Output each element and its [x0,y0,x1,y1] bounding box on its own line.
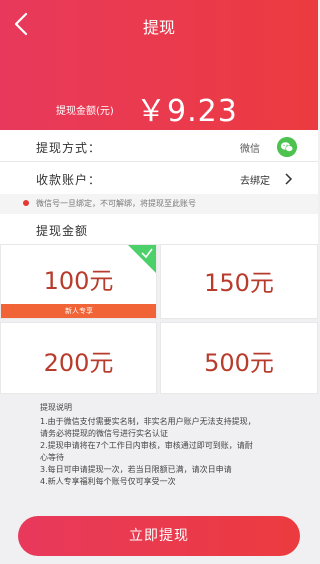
amount-options-grid: 100元 新人专享 150元 200元 500元 [0,244,318,394]
instruction-line: 心等待 [40,453,64,462]
withdraw-method-label: 提现方式： [36,141,102,155]
amount-option-label: 200元 [43,349,114,377]
amount-section-label: 提现金额 [36,224,89,238]
amount-option-150[interactable]: 150元 [160,244,318,319]
balance-row: 提现金额(元) ￥9.23 [0,84,318,129]
balance-label: 提现金额(元) [56,106,114,117]
amount-option-500[interactable]: 500元 [160,322,318,394]
note-dot-icon [23,200,29,206]
binding-note-text: 微信号一旦绑定，不可解绑，将提现至此账号 [36,199,196,208]
new-user-badge: 新人专享 [1,304,156,318]
amount-option-100[interactable]: 100元 新人专享 [0,244,157,319]
instruction-line: 4.新人专享福利每个账号仅可享受一次 [40,477,176,486]
wechat-icon [277,137,297,157]
withdraw-method-value: 微信 [240,144,260,155]
amount-option-200[interactable]: 200元 [0,322,157,394]
binding-note: 微信号一旦绑定，不可解绑，将提现至此账号 [0,194,318,214]
withdraw-instructions: 提现说明 1.由于微信支付需要实名制，非实名用户账户无法支持提现， 请务必将提现… [0,394,318,504]
instructions-title: 提现说明 [40,403,72,412]
instruction-line: 3.每日可申请提现一次，若当日限额已满，请次日申请 [40,465,232,474]
withdraw-now-button[interactable]: 立即提现 [18,516,300,556]
balance-value: ￥9.23 [136,94,238,129]
instruction-line: 1.由于微信支付需要实名制，非实名用户账户无法支持提现， [40,417,256,426]
bind-account-link[interactable]: 去绑定 [240,172,270,187]
amount-option-label: 500元 [204,349,274,377]
payee-account-label: 收款账户： [36,173,102,187]
amount-section-header: 提现金额 [0,214,318,244]
payee-account-row[interactable]: 收款账户： 去绑定 [0,162,318,194]
page-title: 提现 [142,18,175,37]
header: 提现 提现金额(元) ￥9.23 [0,0,318,130]
instruction-line: 2.提现申请将在7个工作日内审核，审核通过即可到账，请耐 [40,441,253,450]
instruction-line: 请务必将提现的微信号进行实名认证 [40,429,168,438]
chevron-right-icon[interactable] [283,172,293,186]
check-icon [141,248,153,259]
withdraw-method-row[interactable]: 提现方式： 微信 [0,130,318,162]
amount-option-label: 150元 [204,269,274,297]
